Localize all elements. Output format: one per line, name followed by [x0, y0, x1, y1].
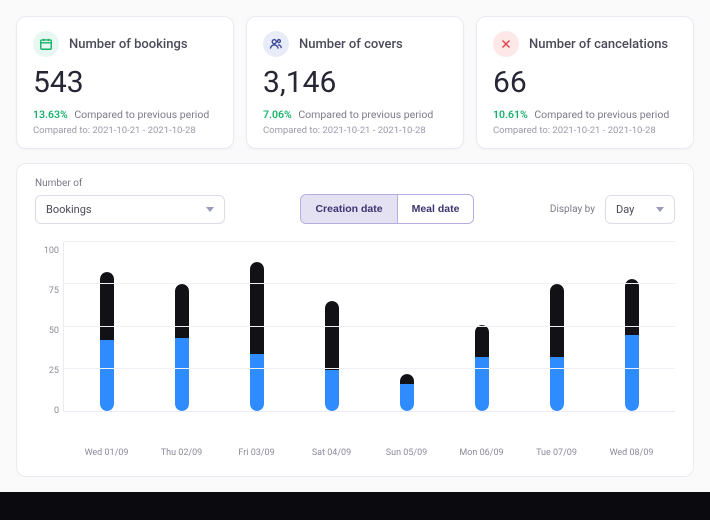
chart-bar	[550, 284, 564, 411]
metric-delta: 10.61% Compared to previous period	[493, 108, 677, 121]
chevron-down-icon	[656, 207, 664, 212]
chart-plot-area	[63, 242, 675, 412]
metric-delta-pct: 7.06%	[263, 108, 292, 121]
chart-bar	[100, 272, 114, 411]
y-tick: 25	[35, 366, 59, 376]
metric-compare-range: Compared to: 2021-10-21 - 2021-10-28	[263, 125, 447, 136]
metric-title: Number of covers	[299, 37, 403, 52]
display-by-value: Day	[616, 203, 634, 216]
number-of-value: Bookings	[46, 203, 92, 216]
chart-y-axis: 1007550250	[35, 242, 63, 412]
number-of-control: Number of Bookings	[35, 178, 225, 224]
x-tick: Thu 02/09	[144, 448, 219, 458]
x-tick: Sun 05/09	[369, 448, 444, 458]
metric-compare-range: Compared to: 2021-10-21 - 2021-10-28	[493, 125, 677, 136]
y-tick: 50	[35, 326, 59, 336]
chart: 100 75 50 25 0 Wed 01/09Thu 02/09Fri 03/09Sa…	[35, 242, 675, 458]
y-tick: 75	[35, 286, 59, 296]
chart-bar	[175, 284, 189, 411]
metric-compare-range: Compared to: 2021-10-21 - 2021-10-28	[33, 125, 217, 136]
chevron-down-icon	[206, 207, 214, 212]
metric-value: 66	[493, 65, 677, 100]
x-tick: Sat 04/09	[294, 448, 369, 458]
chart-bar	[250, 262, 264, 411]
x-tick: Wed 01/09	[69, 448, 144, 458]
x-tick: Mon 06/09	[444, 448, 519, 458]
x-tick: Tue 07/09	[519, 448, 594, 458]
display-by-label: Display by	[550, 204, 595, 215]
metric-delta-label: Compared to previous period	[74, 108, 209, 121]
segment-meal-date[interactable]: Meal date	[398, 195, 474, 223]
bottom-strip	[0, 492, 710, 520]
metric-delta-label: Compared to previous period	[534, 108, 669, 121]
people-icon	[263, 31, 289, 57]
metric-card-bookings: Number of bookings 543 13.63% Compared t…	[16, 16, 234, 149]
metric-delta: 7.06% Compared to previous period	[263, 108, 447, 121]
x-tick: Fri 03/09	[219, 448, 294, 458]
date-mode-segment: Creation date Meal date	[300, 194, 474, 224]
metric-title: Number of cancelations	[529, 37, 668, 52]
chart-bar	[625, 279, 639, 411]
metric-value: 3,146	[263, 65, 447, 100]
number-of-label: Number of	[35, 178, 225, 189]
metric-delta-pct: 10.61%	[493, 108, 528, 121]
y-tick: 0	[35, 406, 59, 416]
metric-card-covers: Number of covers 3,146 7.06% Compared to…	[246, 16, 464, 149]
number-of-select[interactable]: Bookings	[35, 195, 225, 224]
metric-value: 543	[33, 65, 217, 100]
chart-x-axis: Wed 01/09Thu 02/09Fri 03/09Sat 04/09Sun …	[35, 442, 675, 458]
x-icon	[493, 31, 519, 57]
segment-creation-date[interactable]: Creation date	[301, 195, 397, 223]
metric-delta-label: Compared to previous period	[298, 108, 433, 121]
metric-delta: 13.63% Compared to previous period	[33, 108, 217, 121]
x-tick: Wed 08/09	[594, 448, 669, 458]
metric-card-cancelations: Number of cancelations 66 10.61% Compare…	[476, 16, 694, 149]
chart-panel: Number of Bookings Creation date Meal da…	[16, 163, 694, 477]
calendar-icon	[33, 31, 59, 57]
chart-bar	[325, 301, 339, 411]
metric-title: Number of bookings	[69, 37, 188, 52]
y-tick: 100	[35, 246, 59, 256]
metric-cards-row: Number of bookings 543 13.63% Compared t…	[16, 16, 694, 149]
metric-delta-pct: 13.63%	[33, 108, 68, 121]
display-by-select[interactable]: Day	[605, 195, 675, 224]
chart-bar	[400, 374, 414, 411]
